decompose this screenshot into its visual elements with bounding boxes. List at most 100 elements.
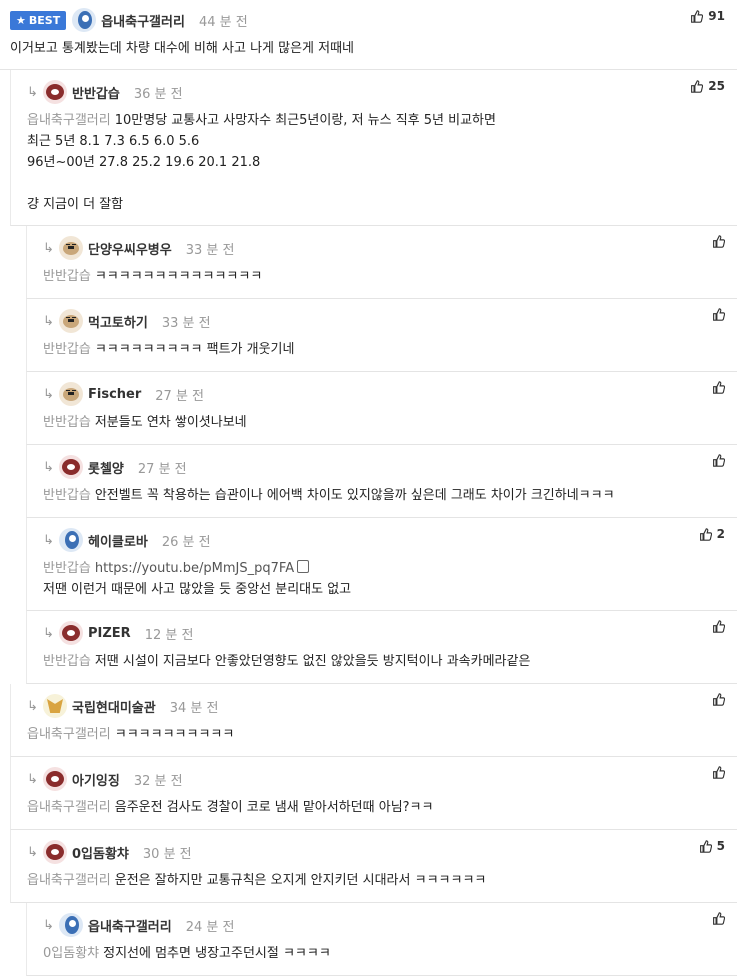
comment-body: 반반갑습 저땐 시설이 지금보다 안좋았던영향도 없진 않았을듯 방지턱이나 과속… bbox=[43, 654, 531, 669]
reply-comment: ↳ 국립현대미술관 34 분 전 읍내축구갤러리 ㅋㅋㅋㅋㅋㅋㅋㅋㅋㅋ bbox=[10, 684, 737, 757]
reply-arrow-icon: ↳ bbox=[43, 532, 54, 548]
avatar[interactable] bbox=[59, 621, 83, 645]
reply-comment: ↳ 아기잉징 32 분 전 읍내축구갤러리 음주운전 검사도 경찰이 코로 냄새 … bbox=[10, 757, 737, 830]
like-count: 91 bbox=[708, 9, 725, 23]
thumbs-up-icon bbox=[713, 620, 725, 633]
timestamp: 44 분 전 bbox=[198, 14, 248, 30]
reply-comment: ↳ 먹고토하기 33 분 전 반반갑습 ㅋㅋㅋㅋㅋㅋㅋㅋㅋ 팩트가 개웃기네 bbox=[26, 299, 737, 372]
mention[interactable]: 반반갑습 bbox=[43, 488, 91, 503]
reply-comment: ↳ Fischer 27 분 전 반반갑습 저분들도 연차 쌓이셧나보네 bbox=[26, 372, 737, 445]
nickname[interactable]: 헤이클로바 bbox=[88, 531, 148, 550]
comment-thread: ★ BEST 읍내축구갤러리 44 분 전 91 이거보고 통계봤는데 차량 대수… bbox=[0, 0, 737, 976]
timestamp: 27 분 전 bbox=[155, 388, 204, 404]
timestamp: 12 분 전 bbox=[144, 627, 194, 643]
avatar[interactable] bbox=[43, 80, 67, 104]
timestamp: 36 분 전 bbox=[133, 86, 183, 102]
avatar[interactable] bbox=[43, 694, 67, 718]
like-button[interactable] bbox=[712, 693, 725, 706]
nickname[interactable]: 롯첼양 bbox=[88, 458, 124, 477]
thumbs-up-icon bbox=[713, 235, 725, 248]
reply-comment: ↳ 헤이클로바 26 분 전 2 반반갑습 https://youtu.be/pM… bbox=[26, 518, 737, 611]
timestamp: 24 분 전 bbox=[185, 919, 235, 935]
reply-arrow-icon: ↳ bbox=[43, 917, 54, 933]
nickname[interactable]: 먹고토하기 bbox=[88, 312, 148, 331]
like-button[interactable] bbox=[712, 381, 725, 394]
avatar[interactable] bbox=[72, 8, 97, 32]
reply-arrow-icon: ↳ bbox=[27, 844, 38, 860]
timestamp: 33 분 전 bbox=[161, 315, 211, 331]
thumbs-up-icon bbox=[713, 766, 725, 779]
mention[interactable]: 읍내축구갤러리 bbox=[27, 800, 111, 815]
nickname[interactable]: 읍내축구갤러리 bbox=[101, 11, 185, 30]
reply-comment: ↳ 0입돔황챠 30 분 전 5 읍내축구갤러리 운전은 잘하지만 교통규칙은 오… bbox=[10, 830, 737, 903]
mention[interactable]: 읍내축구갤러리 bbox=[27, 727, 111, 742]
reply-comment: ↳ 단양우씨우병우 33 분 전 반반갑습 ㅋㅋㅋㅋㅋㅋㅋㅋㅋㅋㅋㅋㅋㅋ bbox=[26, 226, 737, 299]
avatar[interactable] bbox=[59, 236, 83, 260]
mention[interactable]: 읍내축구갤러리 bbox=[27, 113, 111, 128]
mention[interactable]: 반반갑습 bbox=[43, 654, 91, 669]
like-button[interactable]: 5 bbox=[699, 839, 725, 853]
like-button[interactable] bbox=[712, 766, 725, 779]
avatar[interactable] bbox=[43, 767, 67, 791]
mention[interactable]: 반반갑습 bbox=[43, 415, 91, 430]
thumbs-up-icon bbox=[713, 693, 725, 706]
timestamp: 34 분 전 bbox=[169, 700, 219, 716]
nickname[interactable]: PIZER bbox=[88, 626, 131, 641]
nickname[interactable]: 읍내축구갤러리 bbox=[88, 916, 172, 935]
thumbs-up-icon bbox=[713, 912, 725, 925]
nickname[interactable]: 단양우씨우병우 bbox=[88, 239, 172, 258]
video-link[interactable]: https://youtu.be/pMmJS_pq7FA bbox=[95, 561, 294, 576]
like-button[interactable]: 2 bbox=[699, 527, 725, 541]
reply-arrow-icon: ↳ bbox=[43, 386, 54, 402]
avatar[interactable] bbox=[59, 913, 83, 937]
nickname[interactable]: 반반갑습 bbox=[72, 83, 120, 102]
like-button[interactable]: 91 bbox=[690, 9, 725, 23]
external-link-icon[interactable] bbox=[297, 560, 310, 573]
reply-arrow-icon: ↳ bbox=[27, 698, 38, 714]
comment-body: 반반갑습 https://youtu.be/pMmJS_pq7FA 저땐 이런거 … bbox=[43, 560, 352, 597]
comment-body: 읍내축구갤러리 운전은 잘하지만 교통규칙은 오지게 안지키던 시대라서 ㅋㅋㅋㅋ… bbox=[27, 873, 487, 888]
thumbs-up-icon bbox=[713, 381, 725, 394]
like-button[interactable] bbox=[712, 308, 725, 321]
avatar[interactable] bbox=[59, 455, 83, 479]
reply-arrow-icon: ↳ bbox=[43, 459, 54, 475]
mention[interactable]: 읍내축구갤러리 bbox=[27, 873, 111, 888]
nickname[interactable]: 국립현대미술관 bbox=[72, 697, 156, 716]
best-comment: ★ BEST 읍내축구갤러리 44 분 전 91 이거보고 통계봤는데 차량 대수… bbox=[0, 0, 737, 70]
timestamp: 30 분 전 bbox=[142, 846, 192, 862]
reply-comment: ↳ PIZER 12 분 전 반반갑습 저땐 시설이 지금보다 안좋았던영향도 없… bbox=[26, 611, 737, 684]
thumbs-up-icon bbox=[699, 839, 712, 853]
avatar[interactable] bbox=[43, 840, 67, 864]
like-button[interactable] bbox=[712, 454, 725, 467]
reply-arrow-icon: ↳ bbox=[43, 625, 54, 641]
nickname[interactable]: Fischer bbox=[88, 387, 141, 402]
reply-comment: ↳ 읍내축구갤러리 24 분 전 0입돔황챠 정지선에 멈추면 냉장고주던시절 ㅋ… bbox=[26, 903, 737, 976]
reply-comment: ↳ 반반갑습 36 분 전 25 읍내축구갤러리 10만명당 교통사고 사망자수 … bbox=[10, 70, 737, 226]
like-count: 5 bbox=[716, 839, 725, 853]
thumbs-up-icon bbox=[713, 454, 725, 467]
mention[interactable]: 반반갑습 bbox=[43, 342, 91, 357]
like-button[interactable] bbox=[712, 620, 725, 633]
mention[interactable]: 0입돔황챠 bbox=[43, 946, 99, 961]
thumbs-up-icon bbox=[713, 308, 725, 321]
comment-body: 읍내축구갤러리 ㅋㅋㅋㅋㅋㅋㅋㅋㅋㅋ bbox=[27, 727, 235, 742]
like-button[interactable] bbox=[712, 912, 725, 925]
avatar[interactable] bbox=[59, 309, 83, 333]
avatar[interactable] bbox=[59, 382, 83, 406]
comment-body: 반반갑습 저분들도 연차 쌓이셧나보네 bbox=[43, 415, 247, 430]
reply-arrow-icon: ↳ bbox=[43, 240, 54, 256]
mention[interactable]: 반반갑습 bbox=[43, 561, 91, 576]
timestamp: 32 분 전 bbox=[133, 773, 183, 789]
timestamp: 27 분 전 bbox=[137, 461, 187, 477]
nickname[interactable]: 0입돔황챠 bbox=[72, 843, 129, 862]
avatar[interactable] bbox=[59, 528, 83, 552]
comment-body: 0입돔황챠 정지선에 멈추면 냉장고주던시절 ㅋㅋㅋㅋ bbox=[43, 946, 331, 961]
reply-arrow-icon: ↳ bbox=[43, 313, 54, 329]
comment-body: 반반갑습 ㅋㅋㅋㅋㅋㅋㅋㅋㅋㅋㅋㅋㅋㅋ bbox=[43, 269, 263, 284]
mention[interactable]: 반반갑습 bbox=[43, 269, 91, 284]
like-count: 25 bbox=[708, 79, 725, 93]
like-button[interactable] bbox=[712, 235, 725, 248]
nickname[interactable]: 아기잉징 bbox=[72, 770, 120, 789]
timestamp: 26 분 전 bbox=[161, 534, 211, 550]
like-button[interactable]: 25 bbox=[690, 79, 725, 93]
